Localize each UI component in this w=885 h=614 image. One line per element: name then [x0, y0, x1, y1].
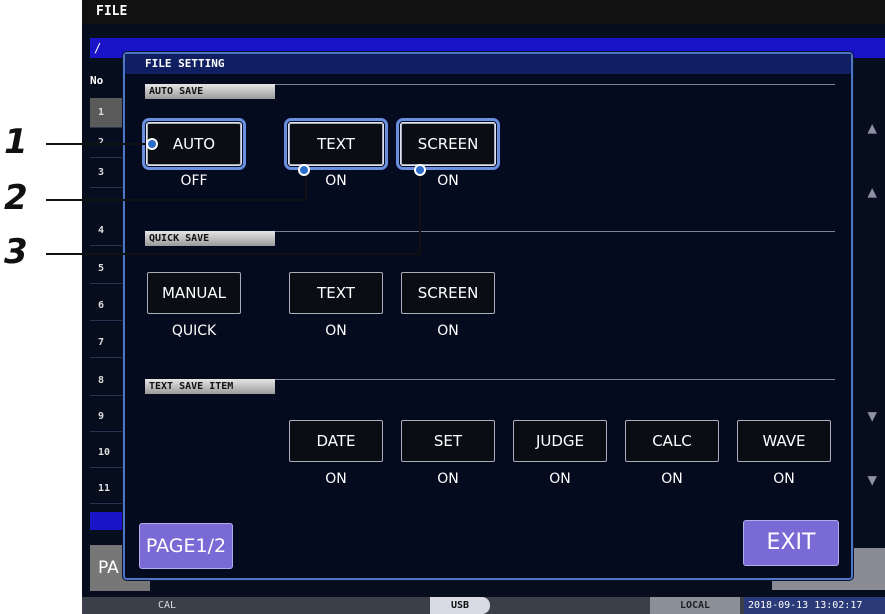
cal-indicator: CAL [157, 600, 177, 611]
scroll-down-icon[interactable]: ▼ [867, 406, 877, 425]
usb-indicator: USB [430, 597, 490, 614]
text-item-calc-value: ON [661, 471, 683, 487]
divider [275, 231, 835, 232]
quick-save-screen-button[interactable]: SCREEN [401, 272, 495, 314]
status-bar: CAL USB LOCAL 2018-09-13 13:02:17 [82, 597, 885, 614]
text-item-wave-value: ON [773, 471, 795, 487]
divider [275, 84, 835, 85]
callout-number-3: 3 [4, 232, 28, 272]
callout-number-2: 2 [4, 178, 28, 218]
divider [275, 379, 835, 380]
auto-save-text-value: ON [325, 173, 347, 189]
quick-save-screen-value: ON [437, 323, 459, 339]
text-item-set-value: ON [437, 471, 459, 487]
auto-save-screen-button[interactable]: SCREEN [396, 118, 500, 170]
dialog-title: FILE SETTING [125, 54, 851, 74]
scroll-up-icon[interactable]: ▲ [867, 182, 877, 201]
auto-save-screen-value: ON [437, 173, 459, 189]
scroll-down-icon[interactable]: ▼ [867, 470, 877, 489]
text-save-item-label: TEXT SAVE ITEM [145, 379, 275, 394]
auto-save-mode-button[interactable]: AUTO [142, 118, 246, 170]
text-item-date-button[interactable]: DATE [289, 420, 383, 462]
quick-save-mode-value: QUICK [171, 323, 217, 339]
quick-save-mode-button[interactable]: MANUAL [147, 272, 241, 314]
window-title: FILE [82, 0, 885, 24]
text-item-date-value: ON [325, 471, 347, 487]
quick-save-label: QUICK SAVE [145, 231, 275, 246]
auto-save-mode-value: OFF [180, 173, 208, 189]
text-item-judge-button[interactable]: JUDGE [513, 420, 607, 462]
auto-save-text-button[interactable]: TEXT [284, 118, 388, 170]
quick-save-text-button[interactable]: TEXT [289, 272, 383, 314]
callout-number-1: 1 [4, 122, 28, 162]
text-item-wave-button[interactable]: WAVE [737, 420, 831, 462]
text-item-calc-button[interactable]: CALC [625, 420, 719, 462]
file-list-header: No [90, 74, 104, 87]
file-setting-dialog: FILE SETTING AUTO SAVE AUTO OFF TEXT ON … [123, 52, 853, 580]
local-indicator: LOCAL [650, 597, 740, 614]
page-1-2-button[interactable]: PAGE1/2 [139, 523, 233, 569]
auto-save-label: AUTO SAVE [145, 84, 275, 99]
quick-save-text-value: ON [325, 323, 347, 339]
datetime-display: 2018-09-13 13:02:17 [744, 597, 885, 614]
exit-button[interactable]: EXIT [743, 520, 839, 566]
text-item-judge-value: ON [549, 471, 571, 487]
text-item-set-button[interactable]: SET [401, 420, 495, 462]
scroll-up-icon[interactable]: ▲ [867, 118, 877, 137]
